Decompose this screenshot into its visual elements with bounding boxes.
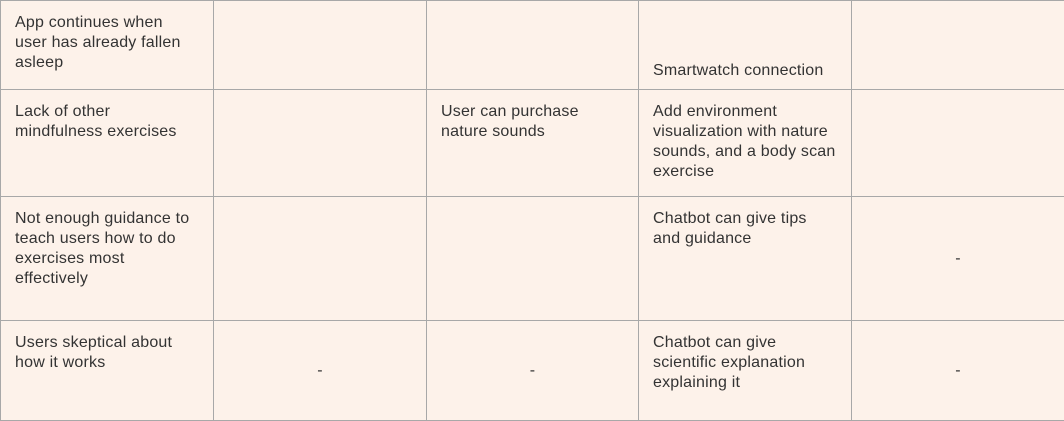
cell-col3: - [427,321,639,421]
cell-col5: - [852,197,1064,321]
cell-col3: User can purchase nature sounds [427,90,639,197]
cell-col4: Smartwatch connection [639,1,852,90]
cell-col3 [427,197,639,321]
cell-col2 [214,1,427,90]
cell-col5: - [852,321,1064,421]
cell-problem: Not enough guidance to teach users how t… [1,197,214,321]
table-row: Users skeptical about how it works - - C… [1,321,1064,421]
table-row: Lack of other mindfulness exercises User… [1,90,1064,197]
cell-col3 [427,1,639,90]
cell-col5 [852,1,1064,90]
table-row: App continues when user has already fall… [1,1,1064,90]
cell-problem: Lack of other mindfulness exercises [1,90,214,197]
cell-col4: Add environment visualization with natur… [639,90,852,197]
cell-problem: App continues when user has already fall… [1,1,214,90]
table-row: Not enough guidance to teach users how t… [1,197,1064,321]
cell-problem: Users skeptical about how it works [1,321,214,421]
cell-col5 [852,90,1064,197]
cell-col2 [214,90,427,197]
cell-col4: Chatbot can give scientific explanation … [639,321,852,421]
solutions-table: App continues when user has already fall… [0,0,1064,421]
cell-col2: - [214,321,427,421]
cell-col4: Chatbot can give tips and guidance [639,197,852,321]
cell-col2 [214,197,427,321]
